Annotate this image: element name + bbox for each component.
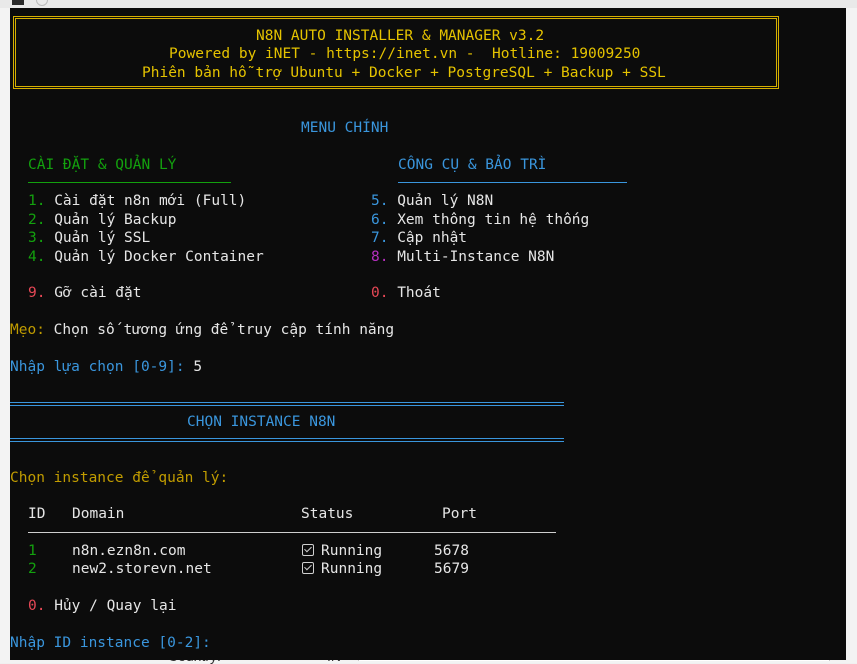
background-toolbar: [0, 0, 857, 8]
check-icon: [302, 544, 314, 556]
window-icon: [12, 0, 24, 5]
menu-item-docker[interactable]: 4. Quản lý Docker Container: [28, 248, 264, 266]
support-line: Phiên bản hỗ trợ Ubuntu + Docker + Postg…: [142, 65, 666, 81]
row-domain: n8n.ezn8n.com: [72, 543, 186, 559]
menu-item-install[interactable]: 1. Cài đặt n8n mới (Full): [28, 192, 246, 210]
menu-title: MENU CHÍNH: [301, 120, 389, 136]
col-status: Status: [301, 506, 354, 522]
row-port: 5678: [434, 543, 469, 559]
row-id: 1: [28, 543, 37, 559]
menu-item-uninstall[interactable]: 9. Gỡ cài đặt: [28, 284, 142, 302]
menu-item-system-info[interactable]: 6. Xem thông tin hệ thống: [371, 211, 589, 229]
row-status: Running: [302, 542, 382, 560]
menu-item-multi-instance[interactable]: 8. Multi-Instance N8N: [371, 248, 554, 266]
menu-prompt[interactable]: Nhập lựa chọn [0-9]: 5: [10, 358, 202, 376]
menu-item-ssl[interactable]: 3. Quản lý SSL: [28, 229, 150, 247]
choose-instance-label: Chọn instance để quản lý:: [10, 470, 229, 486]
row-domain: new2.storevn.net: [72, 561, 212, 577]
cancel-option[interactable]: 0. Hủy / Quay lại: [28, 597, 176, 615]
col-id: ID: [28, 506, 46, 522]
instance-title: CHỌN INSTANCE N8N: [187, 414, 336, 430]
menu-item-exit[interactable]: 0. Thoát: [371, 284, 441, 302]
menu-item-update[interactable]: 7. Cập nhật: [371, 229, 467, 247]
check-icon: [302, 562, 314, 574]
menu-item-backup[interactable]: 2. Quản lý Backup: [28, 211, 176, 229]
instance-prompt[interactable]: Nhập ID instance [0-2]:: [10, 634, 211, 652]
instance-bottom-rule: [10, 438, 564, 442]
menu-item-manage-n8n[interactable]: 5. Quản lý N8N: [371, 192, 493, 210]
tip-line: Mẹo: Chọn số tương ứng để truy cập tính …: [10, 322, 395, 338]
tools-maintenance-underline: [398, 182, 627, 183]
row-port: 5679: [434, 561, 469, 577]
app-title: N8N AUTO INSTALLER & MANAGER v3.2: [256, 28, 545, 44]
install-manage-heading: CÀI ĐẶT & QUẢN LÝ: [28, 157, 177, 173]
col-domain: Domain: [72, 506, 125, 522]
instance-top-rule: [10, 402, 564, 406]
tools-maintenance-heading: CÔNG CỤ & BẢO TRÌ: [398, 157, 547, 173]
powered-by: Powered by iNET - https://inet.vn - Hotl…: [169, 46, 641, 62]
install-manage-underline: [28, 182, 231, 183]
terminal-window[interactable]: N8N AUTO INSTALLER & MANAGER v3.2 Powere…: [10, 8, 846, 660]
row-id: 2: [28, 561, 37, 577]
row-status: Running: [302, 560, 382, 578]
col-port: Port: [442, 506, 477, 522]
table-header-rule: [28, 532, 556, 533]
